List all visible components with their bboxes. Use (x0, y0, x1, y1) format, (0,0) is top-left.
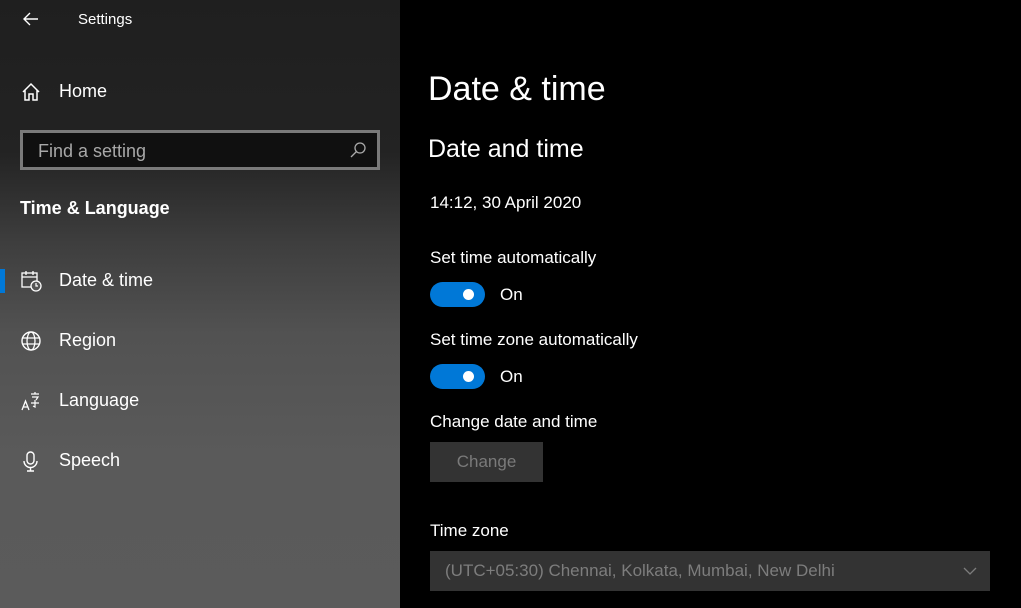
selected-indicator (0, 269, 5, 293)
toggle-knob (463, 289, 474, 300)
sidebar-item-date-time[interactable]: Date & time (0, 259, 400, 303)
microphone-icon (23, 451, 38, 472)
set-time-auto-label: Set time automatically (430, 248, 597, 267)
change-button[interactable]: Change (430, 442, 543, 482)
sidebar-item-label: Region (59, 330, 117, 350)
change-datetime-label: Change date and time (430, 412, 598, 431)
sidebar-item-home[interactable]: Home (20, 80, 380, 104)
language-icon (21, 392, 40, 411)
navigation-pane: Settings Home Time & Language Date & tim… (0, 0, 400, 608)
set-timezone-auto-label: Set time zone automatically (430, 330, 638, 349)
home-icon (22, 82, 40, 101)
globe-icon (21, 331, 41, 351)
search-icon[interactable] (349, 141, 367, 159)
set-timezone-auto-state: On (500, 367, 523, 386)
set-time-auto-toggle[interactable] (430, 282, 485, 307)
app-title: Settings (78, 11, 133, 28)
back-button[interactable] (20, 8, 42, 30)
sidebar-item-label: Date & time (59, 270, 154, 290)
toggle-knob (463, 371, 474, 382)
chevron-down-icon (963, 567, 977, 575)
section-heading: Time & Language (20, 198, 170, 218)
calendar-clock-icon (21, 271, 42, 292)
search-box[interactable] (20, 130, 380, 170)
section-title: Date and time (428, 135, 584, 163)
content-pane: Date & time Date and time 14:12, 30 Apri… (400, 0, 1021, 608)
time-zone-dropdown[interactable]: (UTC+05:30) Chennai, Kolkata, Mumbai, Ne… (430, 551, 990, 591)
page-title: Date & time (428, 70, 606, 108)
sidebar-item-language[interactable]: Language (0, 379, 400, 423)
current-datetime: 14:12, 30 April 2020 (430, 193, 582, 212)
search-input[interactable] (36, 139, 340, 163)
time-zone-value: (UTC+05:30) Chennai, Kolkata, Mumbai, Ne… (445, 561, 835, 580)
time-zone-label: Time zone (430, 521, 509, 540)
set-time-auto-state: On (500, 285, 523, 304)
sidebar-item-region[interactable]: Region (0, 319, 400, 363)
sidebar-item-speech[interactable]: Speech (0, 439, 400, 483)
sidebar-item-label: Home (59, 81, 108, 101)
sidebar-item-label: Speech (59, 450, 121, 470)
sidebar-item-label: Language (59, 390, 140, 410)
back-arrow-icon (23, 12, 38, 26)
set-timezone-auto-toggle[interactable] (430, 364, 485, 389)
